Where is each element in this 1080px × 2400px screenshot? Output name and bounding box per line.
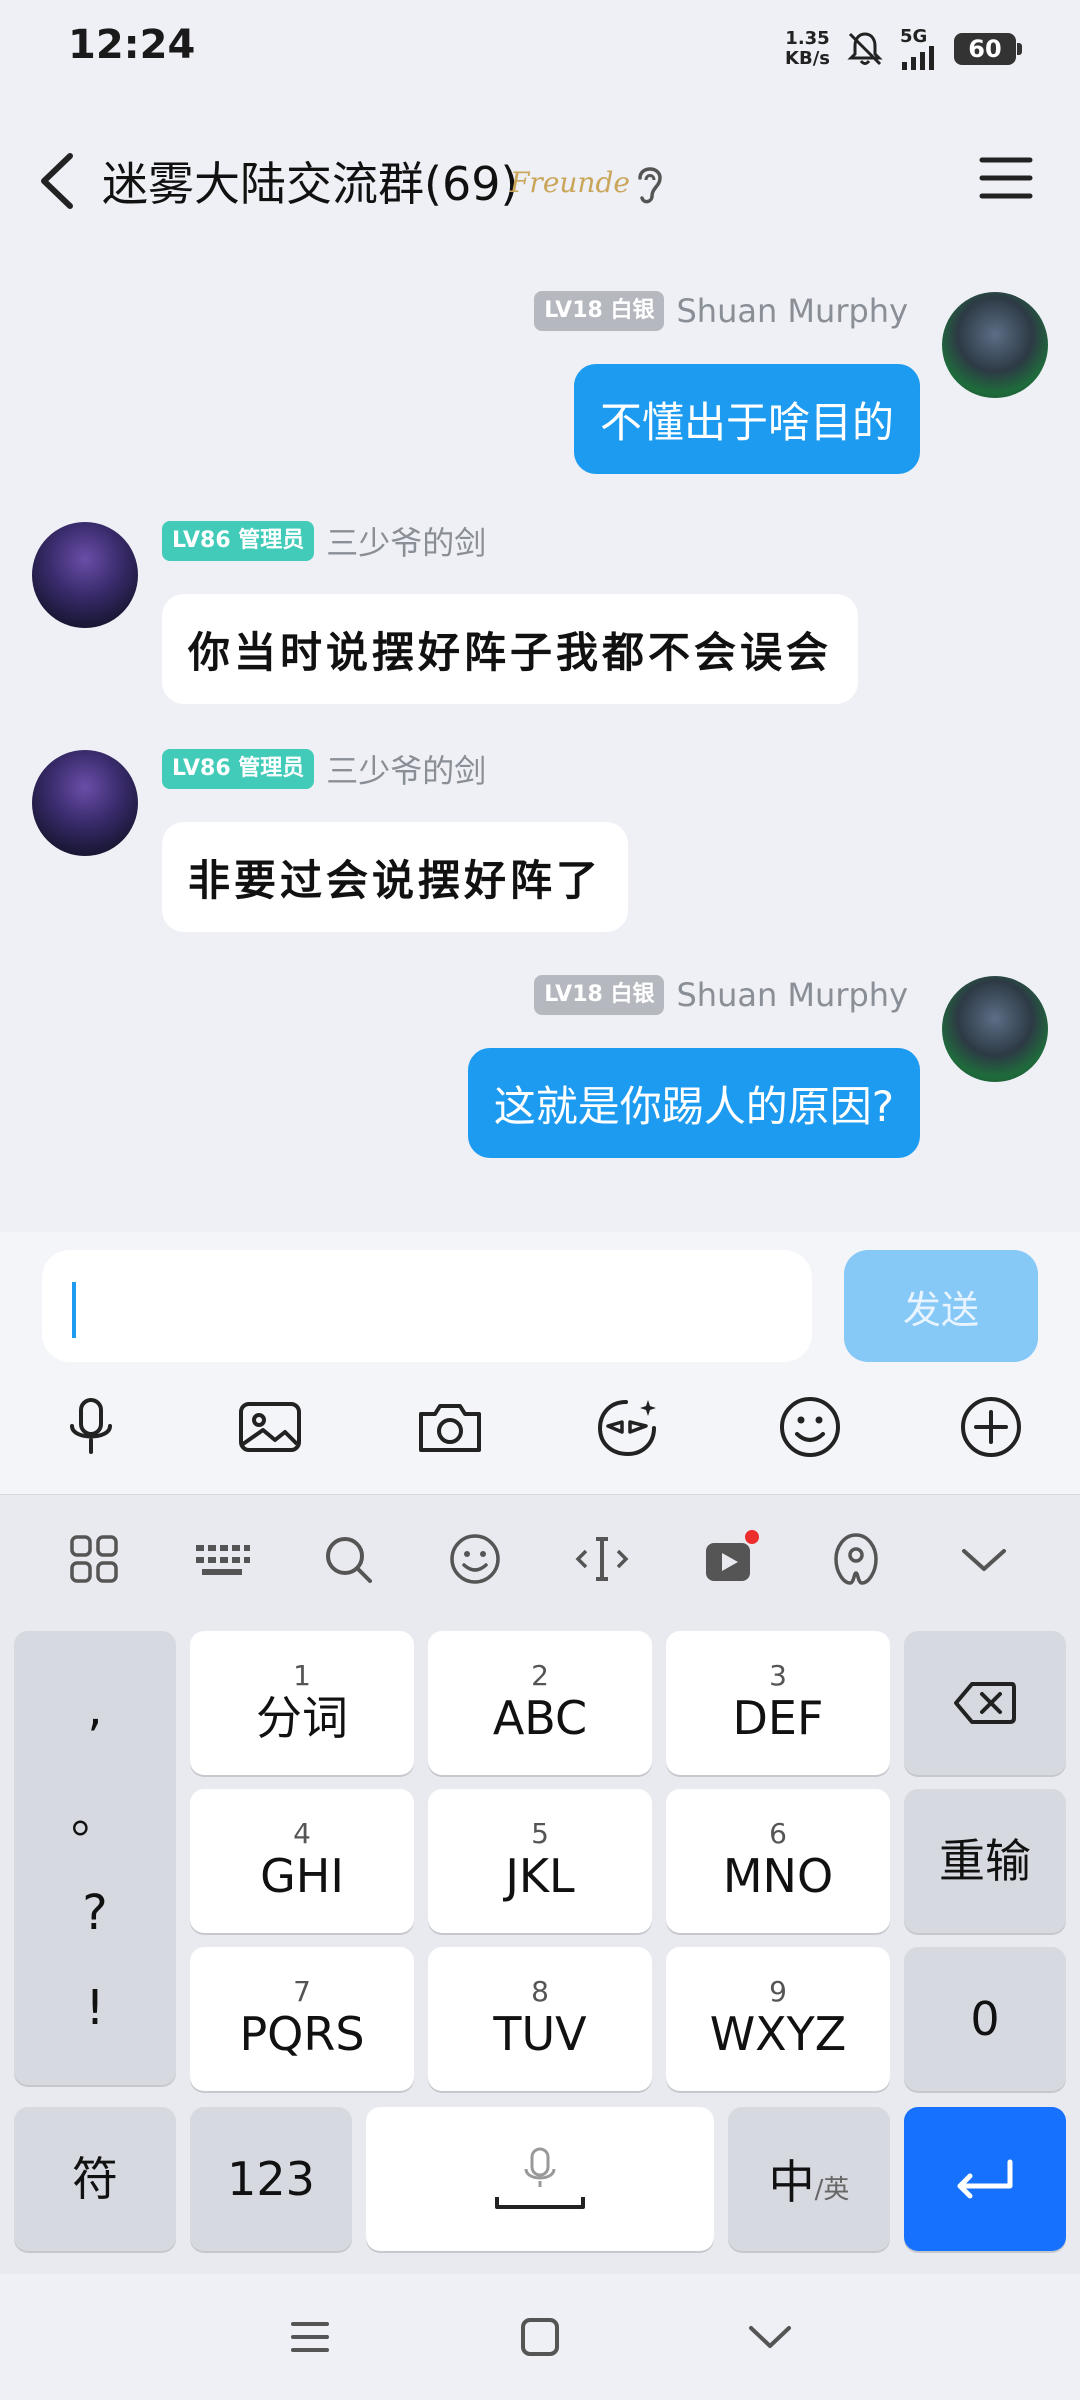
recents-icon[interactable] [285,2312,335,2362]
punct-key[interactable]: ! [85,1980,104,2036]
key-0[interactable]: 0 [904,1947,1066,2091]
image-icon[interactable] [235,1392,305,1462]
message-bubble[interactable]: 不懂出于啥目的 [573,364,920,474]
punct-key[interactable]: ? [82,1885,107,1941]
group-title[interactable]: 迷雾大陆交流群(69) [102,148,518,214]
level-badge: LV86 管理员 [162,749,315,789]
avatar[interactable] [942,292,1048,398]
space-key[interactable] [366,2107,714,2251]
message-meta: LV86 管理员 三少爷的剑 [162,520,486,562]
key-7[interactable]: 7 PQRS [190,1947,414,2091]
key-6[interactable]: 6 MNO [666,1789,890,1933]
home-icon[interactable] [515,2312,565,2362]
language-switch-key[interactable]: 中/英 [728,2107,890,2251]
plus-icon[interactable] [956,1392,1026,1462]
avatar[interactable] [32,750,138,856]
signal-icon [902,46,934,70]
keyboard-icon[interactable] [192,1529,252,1589]
key-8[interactable]: 8 TUV [428,1947,652,2091]
search-icon[interactable] [318,1529,378,1589]
ime-keyboard: , 。 ? ! 1 分词 2 ABC 3 DEF 4 GHI 5 JKL 6 M… [0,1494,1080,2274]
avatar[interactable] [942,976,1048,1082]
chat-message-list[interactable]: LV18 白银 Shuan Murphy 不懂出于啥目的 LV86 管理员 三少… [0,266,1080,1232]
level-badge: LV18 白银 [534,291,665,331]
punct-key[interactable]: 。 [71,1776,119,1846]
network-speed: 1.35 KB/s [785,28,830,69]
smiley-icon[interactable] [775,1392,845,1462]
punctuation-column: , 。 ? ! [14,1631,176,2085]
message-meta: LV86 管理员 三少爷的剑 [162,748,486,790]
status-time: 12:24 [68,22,196,68]
send-button[interactable]: 发送 [844,1250,1038,1362]
message-meta: LV18 白银 Shuan Murphy [534,974,908,1016]
text-caret [72,1282,76,1338]
back-nav-icon[interactable] [745,2312,795,2362]
collapse-icon[interactable] [954,1529,1014,1589]
system-nav-bar [0,2274,1080,2400]
message-composer: 发送 [0,1232,1080,1494]
cursor-icon[interactable] [572,1529,632,1589]
key-2[interactable]: 2 ABC [428,1631,652,1775]
reenter-key[interactable]: 重输 [904,1789,1066,1933]
enter-key[interactable] [904,2107,1066,2251]
microphone-icon[interactable] [56,1392,126,1462]
key-4[interactable]: 4 GHI [190,1789,414,1933]
status-bar: 12:24 1.35 KB/s 5G 60 [0,0,1080,96]
ear-icon[interactable] [630,158,670,208]
voice-space-icon [495,2147,585,2209]
battery-indicator: 60 [954,33,1022,65]
message-bubble[interactable]: 这就是你踢人的原因? [467,1048,920,1158]
sticker-icon[interactable] [592,1392,662,1462]
status-icons: 1.35 KB/s 5G 60 [785,24,1022,74]
level-badge: LV86 管理员 [162,521,315,561]
message-meta: LV18 白银 Shuan Murphy [534,290,908,332]
sender-name[interactable]: 三少爷的剑 [326,518,486,564]
back-button[interactable] [30,146,90,216]
grid-icon[interactable] [64,1529,124,1589]
signal-indicator: 5G [900,28,940,70]
message-bubble[interactable]: 非要过会说摆好阵了 [162,822,629,932]
key-3[interactable]: 3 DEF [666,1631,890,1775]
menu-button[interactable] [978,152,1034,204]
mute-icon [847,32,883,66]
backspace-icon [954,1682,1016,1724]
numeric-key[interactable]: 123 [190,2107,352,2251]
level-badge: LV18 白银 [534,975,665,1015]
message-bubble[interactable]: 你当时说摆好阵子我都不会误会 [162,594,859,704]
sender-name[interactable]: Shuan Murphy [676,976,908,1014]
key-9[interactable]: 9 WXYZ [666,1947,890,2091]
camera-icon[interactable] [415,1392,485,1462]
group-tag: Freunde [510,166,630,199]
handle-icon[interactable] [826,1529,886,1589]
backspace-key[interactable] [904,1631,1066,1775]
key-1[interactable]: 1 分词 [190,1631,414,1775]
sender-name[interactable]: Shuan Murphy [676,292,908,330]
message-input[interactable] [42,1250,812,1362]
sender-name[interactable]: 三少爷的剑 [326,746,486,792]
symbol-key[interactable]: 符 [14,2107,176,2251]
video-ad-icon[interactable] [700,1529,760,1589]
enter-icon [957,2159,1013,2199]
key-5[interactable]: 5 JKL [428,1789,652,1933]
emoji-icon[interactable] [445,1529,505,1589]
punct-key[interactable]: , [87,1681,102,1737]
chat-header: 迷雾大陆交流群(69) Freunde [0,96,1080,266]
avatar[interactable] [32,522,138,628]
